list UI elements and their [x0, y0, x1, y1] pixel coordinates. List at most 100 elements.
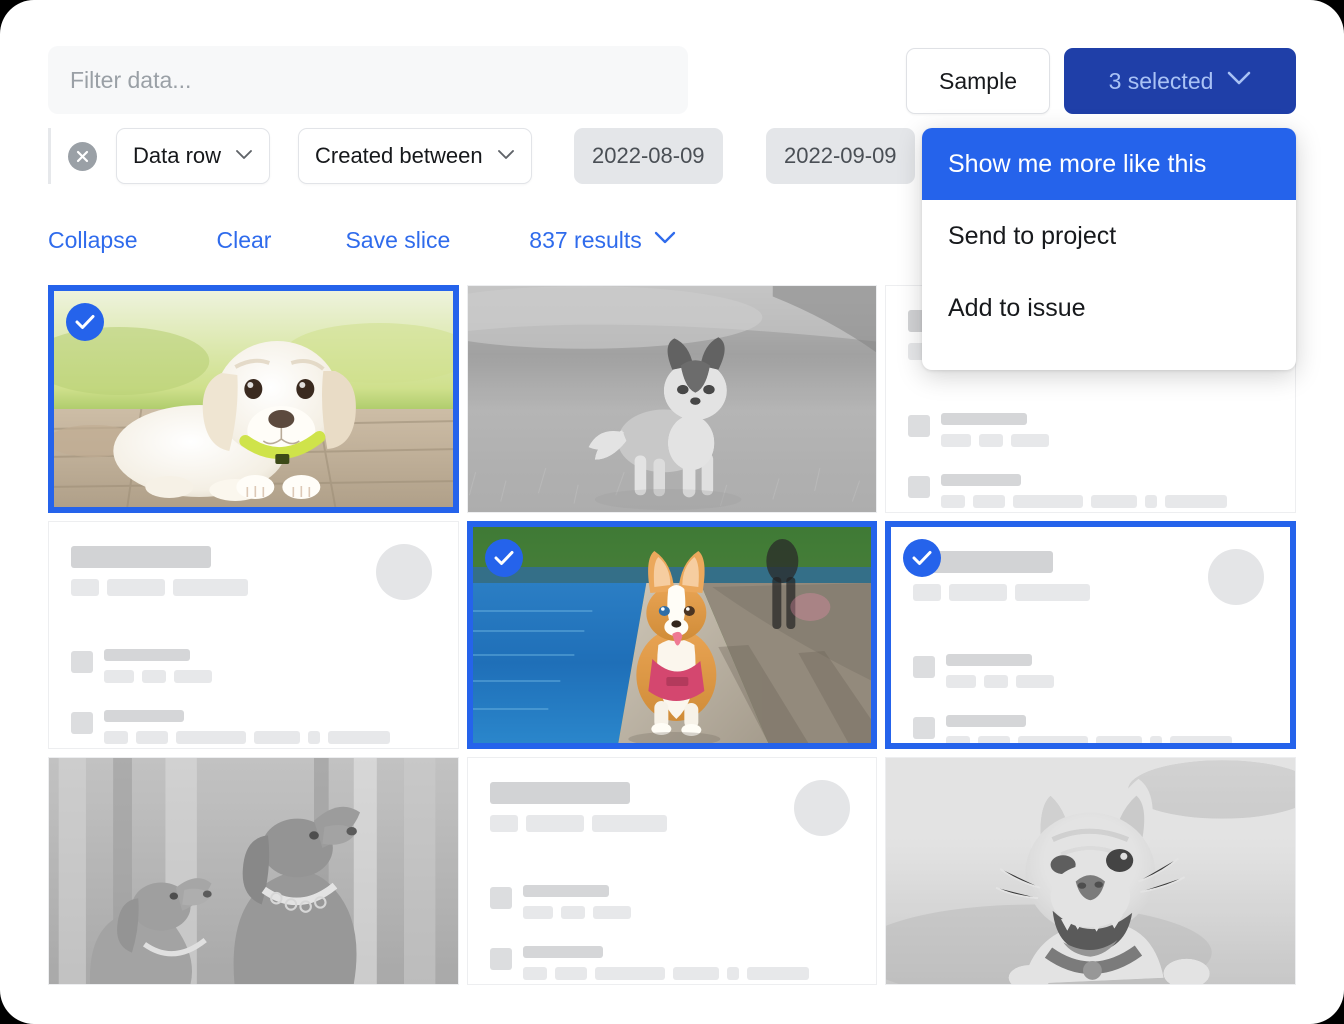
skeleton-section [908, 474, 1273, 513]
skeleton-tag [1015, 584, 1090, 601]
skeleton-tag [526, 815, 584, 832]
skeleton-chip [555, 967, 587, 980]
skeleton-label [941, 474, 1021, 486]
skeleton-chip [1018, 736, 1088, 749]
skeleton-chip [136, 731, 168, 744]
skeleton-label [946, 715, 1026, 727]
clear-link[interactable]: Clear [217, 227, 272, 254]
chevron-down-icon [1227, 71, 1251, 91]
filter-chip-label: 2022-08-09 [592, 143, 705, 169]
grid-cell-skeleton[interactable] [48, 521, 459, 749]
skeleton-placeholder [49, 522, 458, 748]
skeleton-placeholder [891, 527, 1290, 743]
skeleton-chip [593, 906, 631, 919]
skeleton-avatar [1208, 549, 1264, 605]
skeleton-chip [1011, 434, 1049, 447]
menu-item-add-to-issue[interactable]: Add to issue [922, 272, 1296, 344]
filter-chip-label: 2022-09-09 [784, 143, 897, 169]
skeleton-chip [1096, 736, 1142, 749]
grid-cell-photo[interactable] [467, 285, 878, 513]
skeleton-tag [592, 815, 667, 832]
skeleton-chip [1013, 495, 1083, 508]
skeleton-lines [104, 649, 436, 683]
skeleton-label [523, 946, 603, 958]
skeleton-chip [104, 670, 134, 683]
check-icon[interactable] [66, 303, 104, 341]
menu-item-send-to-project[interactable]: Send to project [922, 200, 1296, 272]
skeleton-chip-row [523, 906, 855, 919]
skeleton-chip [673, 967, 719, 980]
skeleton-chip-row [941, 434, 1273, 447]
skeleton-chip [1145, 495, 1157, 508]
search-input[interactable] [48, 46, 688, 114]
save-slice-link[interactable]: Save slice [345, 227, 450, 254]
skeleton-chip [308, 731, 320, 744]
skeleton-chip [978, 736, 1010, 749]
filter-chip-date-end[interactable]: 2022-09-09 [766, 128, 915, 184]
skeleton-chip [174, 670, 212, 683]
skeleton-square [908, 415, 930, 437]
skeleton-square [71, 712, 93, 734]
skeleton-square [71, 651, 93, 673]
grid-cell-skeleton[interactable] [467, 757, 878, 985]
collapse-link[interactable]: Collapse [48, 227, 138, 254]
skeleton-lines [104, 710, 436, 749]
skeleton-square [913, 656, 935, 678]
skeleton-chip [1150, 736, 1162, 749]
chevron-down-icon [497, 147, 515, 165]
check-icon[interactable] [485, 539, 523, 577]
skeleton-lines [941, 413, 1273, 447]
skeleton-tag [913, 584, 941, 601]
skeleton-tag [490, 815, 518, 832]
skeleton-placeholder [468, 758, 877, 984]
skeleton-avatar [794, 780, 850, 836]
grid-cell-photo[interactable] [467, 521, 878, 749]
skeleton-lines [941, 474, 1273, 513]
skeleton-tag [949, 584, 1007, 601]
skeleton-chip-row [104, 670, 436, 683]
grid-cell-photo[interactable] [48, 285, 459, 513]
skeleton-chip [176, 731, 246, 744]
skeleton-chip [328, 731, 390, 744]
skeleton-lines [946, 715, 1268, 749]
photo-white-labrador-puppy [54, 291, 453, 507]
skeleton-chip [254, 731, 300, 744]
skeleton-chip [104, 731, 128, 744]
skeleton-chip [523, 906, 553, 919]
skeleton-title-bar [490, 782, 630, 804]
skeleton-chip [523, 967, 547, 980]
close-circle-icon[interactable] [68, 142, 97, 171]
toolbar: Sample 3 selected [48, 46, 1296, 116]
selected-dropdown-button[interactable]: 3 selected [1064, 48, 1296, 114]
skeleton-lines [523, 946, 855, 985]
skeleton-chip [973, 495, 1005, 508]
skeleton-title-bar [71, 546, 211, 568]
results-grid [48, 285, 1296, 985]
skeleton-chip [941, 434, 971, 447]
skeleton-chip [1165, 495, 1227, 508]
chevron-down-icon [654, 231, 676, 249]
results-count-dropdown[interactable]: 837 results [529, 227, 676, 254]
skeleton-tag [173, 579, 248, 596]
grid-cell-photo[interactable] [48, 757, 459, 985]
skeleton-chip-row [946, 736, 1268, 749]
grid-cell-photo[interactable] [885, 757, 1296, 985]
filter-chip-label: Data row [133, 143, 221, 169]
grid-cell-skeleton[interactable] [885, 521, 1296, 749]
app-window: Sample 3 selected Data row [0, 0, 1344, 1024]
skeleton-section [71, 649, 436, 683]
filter-chip-label: Created between [315, 143, 483, 169]
skeleton-chip-row [523, 967, 855, 985]
filter-chip-date-start[interactable]: 2022-08-09 [574, 128, 723, 184]
skeleton-chip [1091, 495, 1137, 508]
skeleton-tag [107, 579, 165, 596]
selected-count-label: 3 selected [1109, 68, 1214, 95]
skeleton-label [104, 649, 190, 661]
photo-two-vizsla-dogs [49, 758, 458, 984]
chevron-down-icon [235, 147, 253, 165]
menu-item-show-me-more-like-this[interactable]: Show me more like this [922, 128, 1296, 200]
filter-chip-created-between[interactable]: Created between [298, 128, 532, 184]
sample-button[interactable]: Sample [906, 48, 1050, 114]
filter-chip-data-row[interactable]: Data row [116, 128, 270, 184]
skeleton-square [490, 887, 512, 909]
